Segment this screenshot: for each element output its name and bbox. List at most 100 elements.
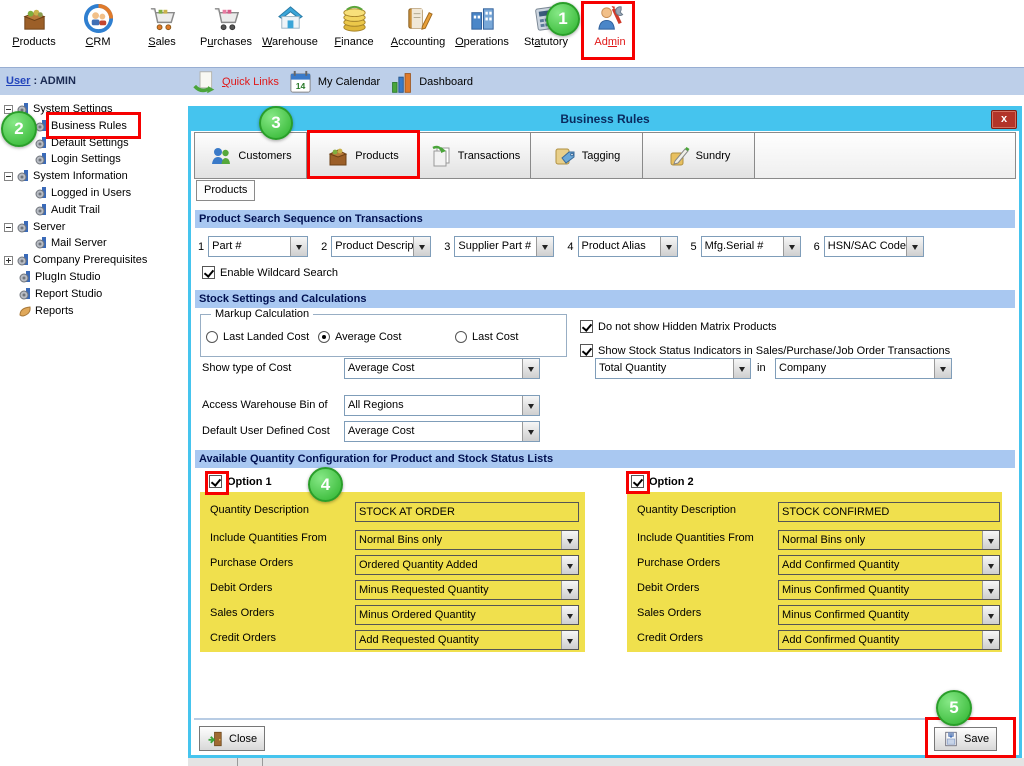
dropdown-arrow-icon[interactable] — [906, 237, 923, 256]
gear-icon — [34, 136, 48, 150]
tree-item-server[interactable]: Server — [4, 219, 65, 235]
tree-item-login-settings[interactable]: Login Settings — [34, 151, 121, 167]
debit-orders-dropdown[interactable]: Minus Confirmed Quantity — [778, 580, 1000, 600]
toolbar-item-warehouse[interactable]: Warehouse — [261, 3, 319, 67]
collapse-icon[interactable] — [4, 172, 13, 181]
sales-orders-dropdown[interactable]: Minus Ordered Quantity — [355, 605, 579, 625]
tree-item-label: Audit Trail — [51, 204, 100, 216]
dropdown-arrow-icon[interactable] — [982, 581, 999, 599]
radio-icon[interactable] — [455, 331, 467, 343]
radio-icon[interactable] — [318, 331, 330, 343]
dropdown-arrow-icon[interactable] — [561, 581, 578, 599]
search-seq-3-dropdown[interactable]: Supplier Part # — [454, 236, 554, 257]
close-button[interactable]: Close — [199, 726, 265, 751]
option2-checkbox[interactable] — [631, 475, 644, 488]
dropdown-arrow-icon[interactable] — [982, 531, 999, 549]
radio-average-cost[interactable]: Average Cost — [318, 331, 401, 343]
quick-links-button[interactable]: Quick Links — [192, 70, 279, 95]
collapse-icon[interactable] — [4, 105, 13, 114]
dropdown-arrow-icon[interactable] — [660, 237, 677, 256]
dropdown-arrow-icon[interactable] — [522, 396, 539, 415]
toolbar-item-operations[interactable]: Operations — [453, 3, 511, 67]
toolbar-item-sales[interactable]: Sales — [133, 3, 191, 67]
dropdown-arrow-icon[interactable] — [982, 606, 999, 624]
sales-orders-dropdown[interactable]: Minus Confirmed Quantity — [778, 605, 1000, 625]
show-type-of-cost-dropdown[interactable]: Average Cost — [344, 358, 540, 379]
toolbar-item-accounting[interactable]: Accounting — [389, 3, 447, 67]
include-quantities-dropdown[interactable]: Normal Bins only — [778, 530, 1000, 550]
tab-customers[interactable]: Customers — [195, 133, 307, 178]
access-warehouse-bin-dropdown[interactable]: All Regions — [344, 395, 540, 416]
tree-item-system-information[interactable]: System Information — [4, 168, 128, 184]
tab-sundry[interactable]: Sundry — [643, 133, 755, 178]
dropdown-arrow-icon[interactable] — [290, 237, 307, 256]
dropdown-arrow-icon[interactable] — [982, 556, 999, 574]
tree-item-report-studio[interactable]: Report Studio — [18, 286, 102, 302]
tree-item-plugin-studio[interactable]: PlugIn Studio — [18, 269, 100, 285]
tab-products[interactable]: Products — [307, 133, 419, 178]
search-seq-1-dropdown[interactable]: Part # — [208, 236, 308, 257]
quantity-description-input[interactable] — [778, 502, 1000, 522]
save-button[interactable]: Save — [934, 727, 997, 751]
tree-item-default-settings[interactable]: Default Settings — [34, 135, 129, 151]
dropdown-arrow-icon[interactable] — [413, 237, 430, 256]
default-user-defined-cost-dropdown[interactable]: Average Cost — [344, 421, 540, 442]
dropdown-arrow-icon[interactable] — [733, 359, 750, 378]
footer-separator — [194, 718, 1016, 720]
collapse-icon[interactable] — [4, 223, 13, 232]
expand-icon[interactable] — [4, 256, 13, 265]
search-seq-2-dropdown[interactable]: Product Descrip — [331, 236, 431, 257]
tree-item-business-rules[interactable]: Business Rules — [34, 118, 127, 134]
search-seq-5-dropdown[interactable]: Mfg.Serial # — [701, 236, 801, 257]
total-quantity-dropdown[interactable]: Total Quantity — [595, 358, 751, 379]
search-seq-6-dropdown[interactable]: HSN/SAC Code — [824, 236, 924, 257]
dropdown-arrow-icon[interactable] — [522, 359, 539, 378]
radio-icon[interactable] — [206, 331, 218, 343]
dropdown-arrow-icon[interactable] — [522, 422, 539, 441]
dropdown-arrow-icon[interactable] — [561, 631, 578, 649]
user-name: ADMIN — [40, 75, 76, 87]
tree-item-mail-server[interactable]: Mail Server — [34, 235, 107, 251]
credit-orders-dropdown[interactable]: Add Requested Quantity — [355, 630, 579, 650]
dropdown-arrow-icon[interactable] — [536, 237, 553, 256]
tree-item-logged-in-users[interactable]: Logged in Users — [34, 185, 131, 201]
dropdown-arrow-icon[interactable] — [561, 531, 578, 549]
toolbar-item-admin[interactable]: Admin — [581, 3, 639, 67]
tree-item-audit-trail[interactable]: Audit Trail — [34, 202, 100, 218]
dialog-close-button[interactable]: x — [991, 110, 1017, 129]
enable-wildcard-checkbox[interactable] — [202, 266, 215, 279]
credit-orders-dropdown[interactable]: Add Confirmed Quantity — [778, 630, 1000, 650]
dropdown-arrow-icon[interactable] — [934, 359, 951, 378]
dropdown-arrow-icon[interactable] — [561, 556, 578, 574]
include-quantities-dropdown[interactable]: Normal Bins only — [355, 530, 579, 550]
tab-transactions[interactable]: Transactions — [419, 133, 531, 178]
tree-item-system-settings[interactable]: System Settings — [4, 101, 112, 117]
toolbar-item-statutory[interactable]: Statutory — [517, 3, 575, 67]
option1-checkbox[interactable] — [209, 475, 222, 488]
dropdown-arrow-icon[interactable] — [783, 237, 800, 256]
dropdown-arrow-icon[interactable] — [982, 631, 999, 649]
tab-tagging[interactable]: Tagging — [531, 133, 643, 178]
radio-last-cost[interactable]: Last Cost — [455, 331, 518, 343]
dropdown-arrow-icon[interactable] — [561, 606, 578, 624]
toolbar-item-purchases[interactable]: Purchases — [197, 3, 255, 67]
purchase-orders-dropdown[interactable]: Ordered Quantity Added — [355, 555, 579, 575]
toolbar-item-crm[interactable]: CRM — [69, 3, 127, 67]
hidden-matrix-checkbox[interactable] — [580, 320, 593, 333]
search-seq-4-dropdown[interactable]: Product Alias — [578, 236, 678, 257]
tagging-icon — [553, 144, 577, 168]
business-rules-dialog: Business Rules x Customers Products Tran… — [188, 106, 1022, 758]
subtab-products[interactable]: Products — [196, 180, 255, 201]
company-dropdown[interactable]: Company — [775, 358, 952, 379]
radio-last-landed-cost[interactable]: Last Landed Cost — [206, 331, 309, 343]
debit-orders-dropdown[interactable]: Minus Requested Quantity — [355, 580, 579, 600]
toolbar-item-products[interactable]: Products — [5, 3, 63, 67]
toolbar-item-finance[interactable]: Finance — [325, 3, 383, 67]
my-calendar-button[interactable]: 14 My Calendar — [288, 70, 380, 95]
quantity-description-input[interactable] — [355, 502, 579, 522]
tree-item-reports[interactable]: Reports — [18, 303, 74, 319]
purchase-orders-dropdown[interactable]: Add Confirmed Quantity — [778, 555, 1000, 575]
tree-item-company-prerequisites[interactable]: Company Prerequisites — [4, 252, 147, 268]
stock-status-indicators-checkbox[interactable] — [580, 344, 593, 357]
dashboard-button[interactable]: Dashboard — [389, 70, 473, 95]
